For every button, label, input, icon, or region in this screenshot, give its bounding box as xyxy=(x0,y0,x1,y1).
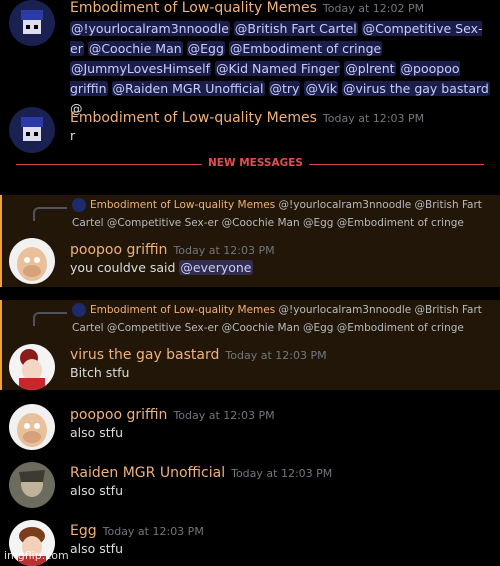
avatar-raiden[interactable] xyxy=(9,462,55,508)
mention-highlight-bar xyxy=(0,300,2,390)
timestamp: Today at 12:03 PM xyxy=(173,244,275,257)
avatar-virus[interactable] xyxy=(9,344,55,390)
user-mention[interactable]: @Coochie Man xyxy=(87,41,183,56)
reply-avatar-icon xyxy=(72,303,86,317)
author-name[interactable]: poopoo griffin xyxy=(70,407,167,423)
user-mention[interactable]: @Vik xyxy=(304,81,338,96)
timestamp: Today at 12:02 PM xyxy=(322,2,425,15)
message-text: @!yourlocalram3nnoodle @British Fart Car… xyxy=(70,19,494,119)
author-name[interactable]: Raiden MGR Unofficial xyxy=(70,465,225,481)
user-mention[interactable]: @Kid Named Finger xyxy=(214,61,341,76)
message-text: r xyxy=(70,128,76,143)
message-plain-2: Raiden MGR Unofficial Today at 12:03 PM a… xyxy=(0,462,500,508)
avatar-embodiment[interactable] xyxy=(9,0,55,46)
reply-reference[interactable]: Embodiment of Low-quality Memes @!yourlo… xyxy=(72,301,494,337)
reply-connector xyxy=(33,207,67,221)
message-text: Bitch stfu xyxy=(70,365,130,380)
user-mention[interactable]: @British Fart Cartel xyxy=(233,21,358,36)
author-name[interactable]: poopoo griffin xyxy=(70,242,167,258)
reply-avatar-icon xyxy=(72,198,86,212)
message-text: also stfu xyxy=(70,483,124,498)
user-mention[interactable]: @JummyLovesHimself xyxy=(70,61,211,76)
author-name[interactable]: Embodiment of Low-quality Memes xyxy=(70,0,317,16)
author-name[interactable]: Egg xyxy=(70,523,97,539)
timestamp: Today at 12:03 PM xyxy=(225,349,327,362)
mention-highlight-bar xyxy=(0,195,2,287)
user-mention[interactable]: @Egg xyxy=(186,41,225,56)
user-mention[interactable]: @!yourlocalram3nnoodle xyxy=(70,21,230,36)
message-2: Embodiment of Low-quality Memes Today at … xyxy=(0,107,500,153)
message-plain-1: poopoo griffin Today at 12:03 PM also stf… xyxy=(0,404,500,450)
new-messages-label: NEW MESSAGES xyxy=(202,157,309,169)
watermark: imgflip.com xyxy=(4,549,69,562)
user-mention[interactable]: @plrent xyxy=(344,61,396,76)
reply-message-1: Embodiment of Low-quality Memes @!yourlo… xyxy=(0,195,500,287)
user-mention[interactable]: @Embodiment of cringe xyxy=(228,41,383,56)
avatar-poopoo-griffin[interactable] xyxy=(9,404,55,450)
timestamp: Today at 12:03 PM xyxy=(322,112,425,125)
reply-message-2: Embodiment of Low-quality Memes @!yourlo… xyxy=(0,300,500,390)
message-text: also stfu xyxy=(70,541,124,556)
message-plain-3: Egg Today at 12:03 PM also stfu xyxy=(0,520,500,566)
message-text: you couldve said @everyone xyxy=(70,260,253,275)
reply-connector xyxy=(33,312,67,326)
timestamp: Today at 12:03 PM xyxy=(173,409,275,422)
author-name[interactable]: virus the gay bastard xyxy=(70,347,219,363)
user-mention[interactable]: @virus the gay bastard xyxy=(341,81,490,96)
author-name[interactable]: Embodiment of Low-quality Memes xyxy=(70,110,317,126)
message-1: Embodiment of Low-quality Memes Today at … xyxy=(0,0,500,116)
timestamp: Today at 12:03 PM xyxy=(231,467,333,480)
timestamp: Today at 12:03 PM xyxy=(102,525,204,538)
user-mention[interactable]: @Raiden MGR Unofficial xyxy=(111,81,265,96)
avatar-poopoo-griffin[interactable] xyxy=(9,238,55,284)
reply-reference[interactable]: Embodiment of Low-quality Memes @!yourlo… xyxy=(72,196,494,232)
message-text: also stfu xyxy=(70,425,124,440)
everyone-mention[interactable]: @everyone xyxy=(179,260,253,275)
user-mention[interactable]: @try xyxy=(268,81,301,96)
avatar-embodiment[interactable] xyxy=(9,107,55,153)
